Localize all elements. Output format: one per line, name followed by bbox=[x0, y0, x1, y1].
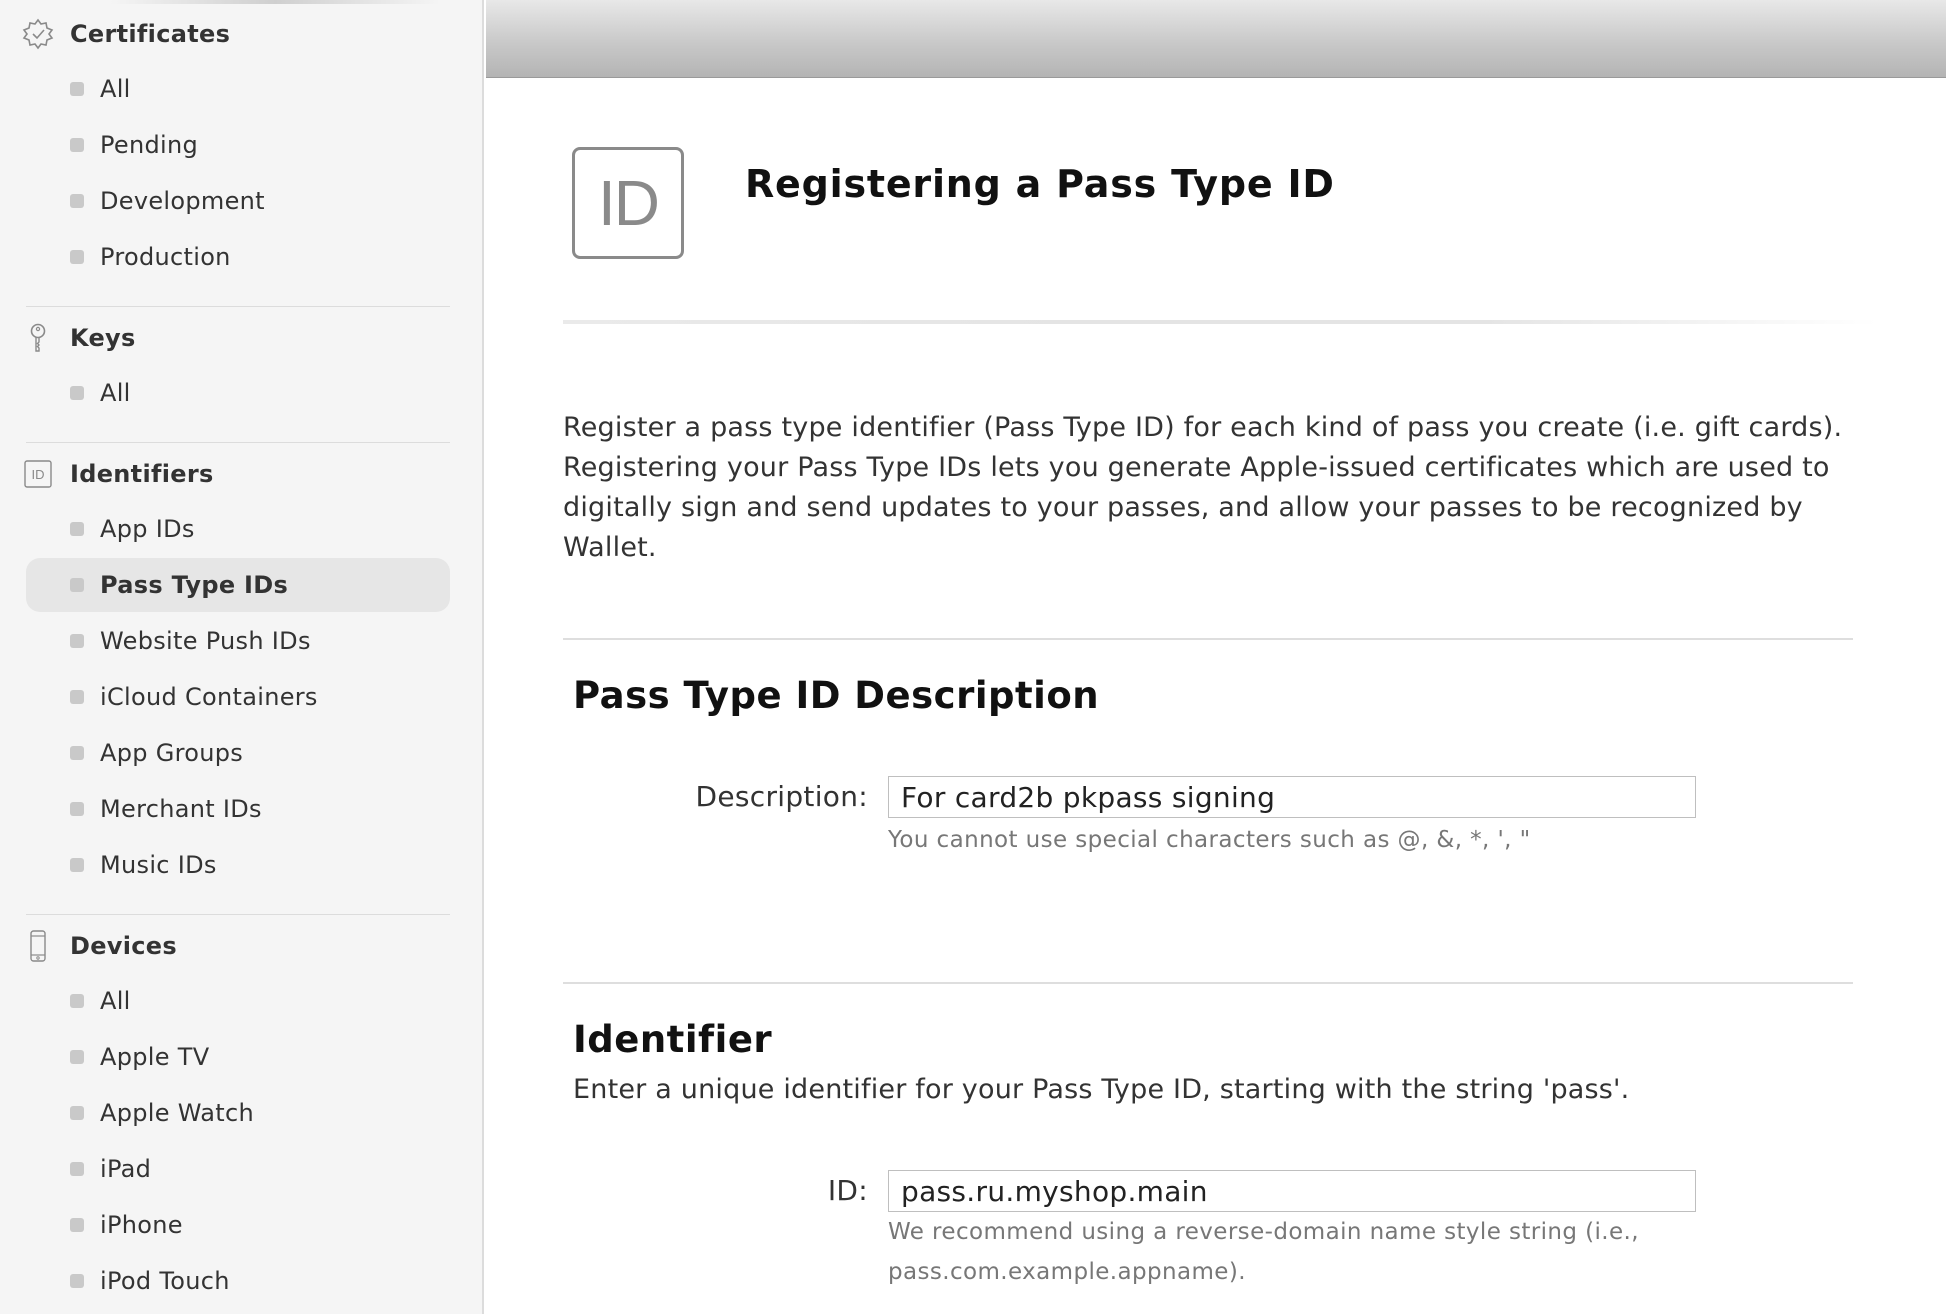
sidebar-item-label: iPod Touch bbox=[100, 1267, 230, 1295]
section-identifiers: ID Identifiers bbox=[22, 454, 452, 494]
description-input[interactable] bbox=[888, 776, 1696, 818]
sidebar-item-label: Production bbox=[100, 243, 231, 271]
bullet-icon bbox=[70, 82, 84, 96]
sidebar: Certificates All Pending Development Pro… bbox=[0, 0, 484, 1314]
sidebar-item-ipod-touch[interactable]: iPod Touch bbox=[26, 1254, 450, 1308]
page-title: Registering a Pass Type ID bbox=[745, 162, 1335, 206]
sidebar-item-label: Music IDs bbox=[100, 851, 217, 879]
key-icon bbox=[22, 322, 54, 354]
sidebar-item-app-ids[interactable]: App IDs bbox=[26, 502, 450, 556]
sidebar-item-label: App IDs bbox=[100, 515, 195, 543]
section-certificates: Certificates bbox=[22, 14, 452, 54]
bullet-icon bbox=[70, 578, 84, 592]
sidebar-item-keys-all[interactable]: All bbox=[26, 366, 450, 420]
sidebar-divider bbox=[26, 442, 450, 443]
sidebar-item-label: Pending bbox=[100, 131, 199, 159]
sidebar-item-development[interactable]: Development bbox=[26, 174, 450, 228]
sidebar-divider bbox=[26, 914, 450, 915]
bullet-icon bbox=[70, 994, 84, 1008]
description-hint: You cannot use special characters such a… bbox=[888, 827, 1531, 853]
sidebar-item-label: Development bbox=[100, 187, 265, 215]
bullet-icon bbox=[70, 1162, 84, 1176]
bullet-icon bbox=[70, 250, 84, 264]
sidebar-item-certificates-all[interactable]: All bbox=[26, 62, 450, 116]
bullet-icon bbox=[70, 858, 84, 872]
sidebar-item-label: Website Push IDs bbox=[100, 627, 311, 655]
sidebar-top-shadow bbox=[110, 0, 440, 4]
bullet-icon bbox=[70, 1274, 84, 1288]
sidebar-item-label: All bbox=[100, 379, 131, 407]
sidebar-item-ipad[interactable]: iPad bbox=[26, 1142, 450, 1196]
sidebar-item-merchant-ids[interactable]: Merchant IDs bbox=[26, 782, 450, 836]
sidebar-item-icloud-containers[interactable]: iCloud Containers bbox=[26, 670, 450, 724]
id-icon: ID bbox=[22, 458, 54, 490]
intro-paragraph: Register a pass type identifier (Pass Ty… bbox=[563, 412, 1843, 563]
section-label: Identifiers bbox=[70, 460, 214, 488]
sidebar-item-apple-tv[interactable]: Apple TV bbox=[26, 1030, 450, 1084]
section-label: Devices bbox=[70, 932, 177, 960]
id-label: ID: bbox=[827, 1174, 868, 1207]
sidebar-item-production[interactable]: Production bbox=[26, 230, 450, 284]
sidebar-divider bbox=[26, 306, 450, 307]
sidebar-item-pending[interactable]: Pending bbox=[26, 118, 450, 172]
description-label: Description: bbox=[695, 780, 868, 813]
sidebar-item-label: iPad bbox=[100, 1155, 152, 1183]
bullet-icon bbox=[70, 746, 84, 760]
section-label: Keys bbox=[70, 324, 136, 352]
id-badge-icon: ID bbox=[572, 147, 684, 259]
sidebar-item-label: App Groups bbox=[100, 739, 244, 767]
section-label: Certificates bbox=[70, 20, 231, 48]
section-divider bbox=[563, 982, 1853, 984]
bullet-icon bbox=[70, 1050, 84, 1064]
id-icon-text: ID bbox=[32, 467, 45, 482]
title-divider bbox=[563, 320, 1878, 324]
sidebar-item-label: Merchant IDs bbox=[100, 795, 262, 823]
bullet-icon bbox=[70, 522, 84, 536]
sidebar-item-label: Apple TV bbox=[100, 1043, 210, 1071]
sidebar-item-pass-type-ids[interactable]: Pass Type IDs bbox=[26, 558, 450, 612]
identifier-hint-line-1: We recommend using a reverse-domain name… bbox=[888, 1219, 1639, 1245]
sidebar-item-apple-watch[interactable]: Apple Watch bbox=[26, 1086, 450, 1140]
sidebar-item-label: iCloud Containers bbox=[100, 683, 318, 711]
sidebar-item-label: Apple Watch bbox=[100, 1099, 254, 1127]
identifier-section-subtitle: Enter a unique identifier for your Pass … bbox=[573, 1074, 1630, 1105]
sidebar-item-iphone[interactable]: iPhone bbox=[26, 1198, 450, 1252]
sidebar-item-label: All bbox=[100, 75, 131, 103]
sidebar-item-devices-all[interactable]: All bbox=[26, 974, 450, 1028]
certificate-badge-icon bbox=[22, 18, 54, 50]
bullet-icon bbox=[70, 634, 84, 648]
bullet-icon bbox=[70, 1218, 84, 1232]
bullet-icon bbox=[70, 802, 84, 816]
section-devices: Devices bbox=[22, 926, 452, 966]
sidebar-item-app-groups[interactable]: App Groups bbox=[26, 726, 450, 780]
bullet-icon bbox=[70, 1106, 84, 1120]
bullet-icon bbox=[70, 690, 84, 704]
bullet-icon bbox=[70, 138, 84, 152]
top-toolbar bbox=[486, 0, 1946, 78]
section-divider bbox=[563, 638, 1853, 640]
sidebar-item-music-ids[interactable]: Music IDs bbox=[26, 838, 450, 892]
description-section-title: Pass Type ID Description bbox=[573, 674, 1100, 717]
identifier-input[interactable] bbox=[888, 1170, 1696, 1212]
sidebar-item-label: iPhone bbox=[100, 1211, 183, 1239]
section-keys: Keys bbox=[22, 318, 452, 358]
phone-device-icon bbox=[22, 930, 54, 962]
identifier-section-title: Identifier bbox=[573, 1018, 773, 1061]
identifier-hint-line-2: pass.com.example.appname). bbox=[888, 1259, 1246, 1285]
sidebar-item-label: All bbox=[100, 987, 131, 1015]
sidebar-item-label: Pass Type IDs bbox=[100, 571, 289, 599]
sidebar-item-website-push-ids[interactable]: Website Push IDs bbox=[26, 614, 450, 668]
bullet-icon bbox=[70, 194, 84, 208]
bullet-icon bbox=[70, 386, 84, 400]
